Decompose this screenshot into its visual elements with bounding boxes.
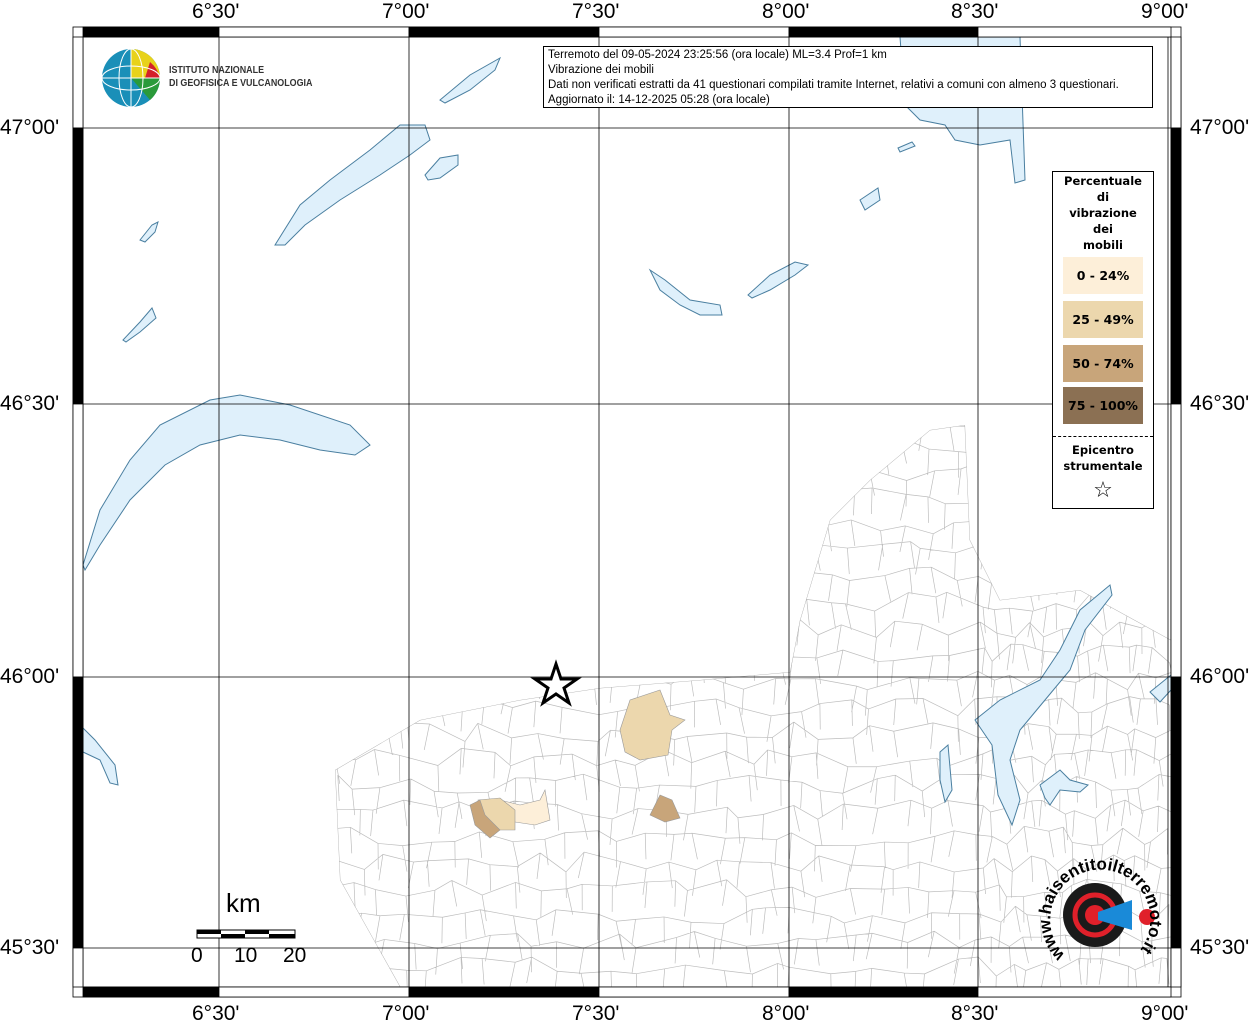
lon-tick-bottom: 6°30' xyxy=(192,1002,240,1025)
ingv-logo xyxy=(101,48,161,108)
lat-tick-right: 46°30' xyxy=(1190,392,1250,415)
lat-tick-right: 46°00' xyxy=(1190,665,1250,688)
lon-tick-top: 7°30' xyxy=(572,0,620,23)
frame-segment xyxy=(72,947,84,988)
frame-segment xyxy=(788,986,979,998)
frame-segment xyxy=(72,127,84,405)
frame-segment xyxy=(218,986,410,998)
lat-tick-right: 47°00' xyxy=(1190,116,1250,139)
frame-segment xyxy=(72,676,84,949)
frame-segment xyxy=(82,26,220,38)
legend-title: Percentuale di vibrazione dei mobili xyxy=(1064,174,1142,252)
ingv-logo-text: ISTITUTO NAZIONALE DI GEOFISICA E VULCANO… xyxy=(169,64,313,89)
scale-label: 0 xyxy=(191,944,203,967)
lat-tick-left: 46°30' xyxy=(0,392,60,415)
frame-segment xyxy=(408,986,600,998)
frame-segment xyxy=(1170,403,1182,678)
legend-class-50-74: 50 - 74% xyxy=(1063,345,1143,382)
legend-class-75-100: 75 - 100% xyxy=(1063,387,1143,424)
scale-label: 10 xyxy=(234,944,258,967)
map-type: Vibrazione dei mobili xyxy=(548,64,654,76)
lat-tick-left: 47°00' xyxy=(0,116,60,139)
map: www.haisentitoilterremoto.it xyxy=(72,26,1182,998)
scale-unit: km xyxy=(226,888,261,918)
data-note: Dati non verificati estratti da 41 quest… xyxy=(548,79,1119,91)
lon-tick-top: 6°30' xyxy=(192,0,240,23)
frame-segment xyxy=(977,986,1172,998)
lon-tick-top: 7°00' xyxy=(382,0,430,23)
lon-tick-top: 9°00' xyxy=(1141,0,1189,23)
frame-segment xyxy=(72,403,84,678)
lat-tick-left: 45°30' xyxy=(0,936,60,959)
frame-segment xyxy=(788,26,979,38)
frame-segment xyxy=(1170,36,1182,129)
lon-tick-bottom: 7°30' xyxy=(572,1002,620,1025)
legend-epicenter-label: Epicentro strumentale xyxy=(1063,443,1143,473)
lon-tick-bottom: 7°00' xyxy=(382,1002,430,1025)
frame-segment xyxy=(72,36,84,129)
star-icon: ☆ xyxy=(1093,478,1113,503)
frame-segment xyxy=(218,26,410,38)
frame-segment xyxy=(82,986,220,998)
frame-segment xyxy=(1170,127,1182,405)
event-line: Terremoto del 09-05-2024 23:25:56 (ora l… xyxy=(548,49,887,61)
scale-label: 20 xyxy=(283,944,307,967)
legend-class-0-24: 0 - 24% xyxy=(1063,257,1143,294)
frame-segment xyxy=(1170,676,1182,949)
frame-segment xyxy=(598,26,790,38)
frame-segment xyxy=(598,986,790,998)
updated-at: Aggiornato il: 14-12-2025 05:28 (ora loc… xyxy=(548,94,770,106)
lon-tick-bottom: 9°00' xyxy=(1141,1002,1189,1025)
lon-tick-top: 8°00' xyxy=(762,0,810,23)
legend-divider xyxy=(1053,436,1153,437)
earthquake-info-box: Terremoto del 09-05-2024 23:25:56 (ora l… xyxy=(543,46,1153,108)
frame-segment xyxy=(408,26,600,38)
legend: Percentuale di vibrazione dei mobili 0 - 24%… xyxy=(1052,171,1154,509)
lon-tick-top: 8°30' xyxy=(951,0,999,23)
legend-class-25-49: 25 - 49% xyxy=(1063,301,1143,338)
lat-tick-left: 46°00' xyxy=(0,665,60,688)
frame-segment xyxy=(977,26,1172,38)
lon-tick-bottom: 8°00' xyxy=(762,1002,810,1025)
lon-tick-bottom: 8°30' xyxy=(951,1002,999,1025)
scale-bar xyxy=(196,929,296,939)
frame-segment xyxy=(1170,947,1182,988)
lat-tick-right: 45°30' xyxy=(1190,936,1250,959)
